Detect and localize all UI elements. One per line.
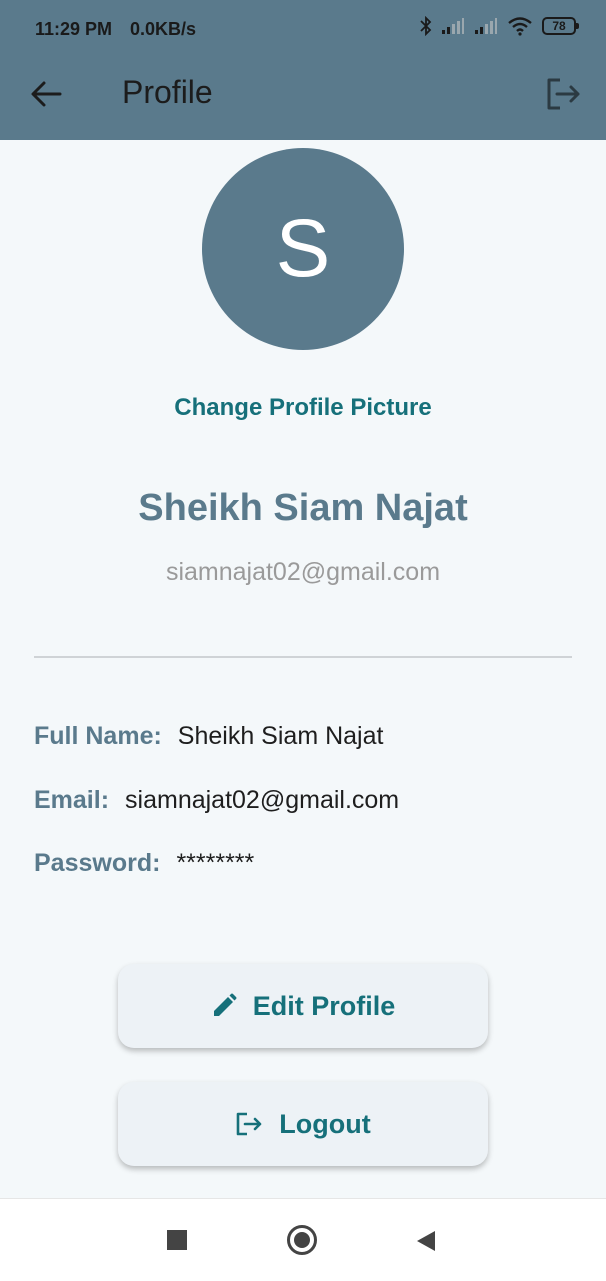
battery-level: 78 bbox=[552, 19, 566, 33]
system-navigation-bar bbox=[0, 1198, 606, 1281]
signal-icon bbox=[442, 18, 464, 34]
back-button[interactable] bbox=[28, 76, 68, 112]
change-profile-picture-link[interactable]: Change Profile Picture bbox=[0, 394, 606, 422]
wifi-icon bbox=[508, 17, 532, 36]
status-bar: 11:29 PM 0.0KB/s 78 bbox=[0, 0, 606, 60]
detail-label: Password: bbox=[34, 849, 161, 877]
app-bar: 11:29 PM 0.0KB/s 78 Profile bbox=[0, 0, 606, 140]
avatar-initial: S bbox=[275, 203, 331, 294]
detail-label: Email: bbox=[34, 786, 110, 814]
page-title: Profile bbox=[122, 74, 213, 110]
edit-profile-button[interactable]: Edit Profile bbox=[118, 964, 488, 1048]
signal-icon bbox=[475, 18, 497, 34]
bluetooth-icon bbox=[420, 16, 432, 36]
status-time: 11:29 PM bbox=[35, 19, 113, 39]
detail-row-password: Password: ******** bbox=[34, 849, 254, 878]
logout-label: Logout bbox=[279, 1108, 371, 1139]
logout-button[interactable]: Logout bbox=[118, 1082, 488, 1166]
arrow-left-icon bbox=[31, 81, 62, 107]
detail-label: Full Name: bbox=[34, 722, 162, 750]
logout-icon bbox=[547, 78, 580, 110]
detail-row-email: Email: siamnajat02@gmail.com bbox=[34, 786, 399, 815]
detail-value: ******** bbox=[176, 849, 255, 877]
status-network-speed: 0.0KB/s bbox=[130, 19, 197, 39]
avatar: S bbox=[202, 148, 404, 350]
home-circle-icon[interactable] bbox=[287, 1225, 317, 1255]
detail-value: Sheikh Siam Najat bbox=[177, 722, 384, 750]
battery-icon: 78 bbox=[542, 17, 579, 35]
pencil-icon bbox=[213, 993, 237, 1016]
edit-profile-label: Edit Profile bbox=[252, 990, 396, 1021]
profile-email: siamnajat02@gmail.com bbox=[165, 558, 441, 586]
detail-value: siamnajat02@gmail.com bbox=[125, 786, 400, 814]
divider bbox=[34, 656, 572, 658]
back-triangle-icon[interactable] bbox=[415, 1229, 437, 1253]
detail-row-full-name: Full Name: Sheikh Siam Najat bbox=[34, 722, 383, 751]
recents-square-icon[interactable] bbox=[167, 1230, 187, 1250]
status-icons: 78 bbox=[420, 16, 579, 36]
logout-icon bbox=[236, 1112, 262, 1136]
toolbar-logout-button[interactable] bbox=[542, 74, 584, 114]
profile-name: Sheikh Siam Najat bbox=[138, 487, 468, 529]
